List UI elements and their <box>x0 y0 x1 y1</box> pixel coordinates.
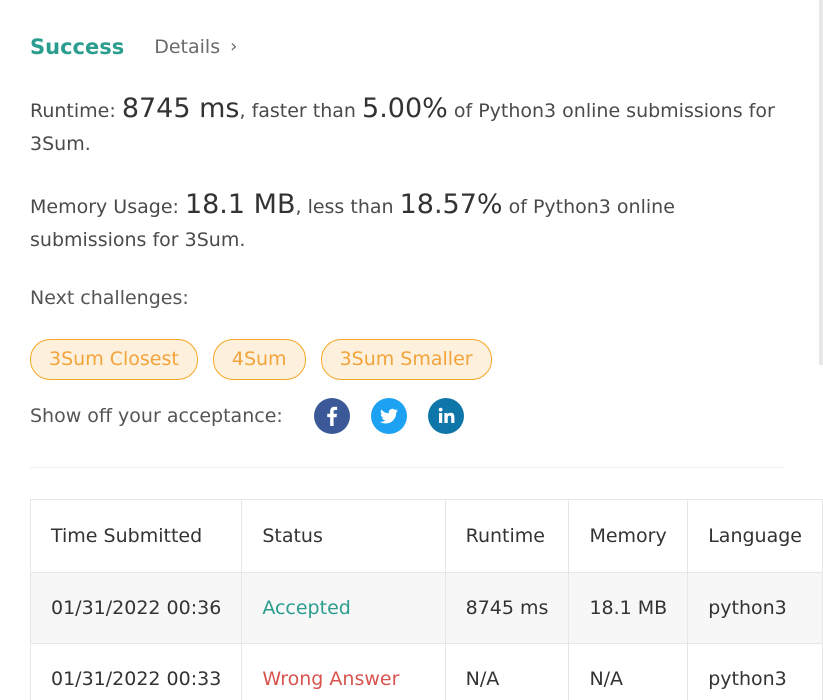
submission-result-page: Success Details › Runtime: 8745 ms, fast… <box>0 0 823 700</box>
details-link[interactable]: Details › <box>154 35 238 59</box>
challenge-chip-3sum-closest[interactable]: 3Sum Closest <box>30 339 198 380</box>
column-header-memory: Memory <box>568 499 689 573</box>
table-row: 01/31/2022 00:33 Wrong Answer N/A N/A py… <box>29 643 823 700</box>
memory-label: Memory Usage: <box>30 196 185 218</box>
cell-status-link[interactable]: Wrong Answer <box>241 643 446 700</box>
cell-status-link[interactable]: Accepted <box>241 572 446 644</box>
memory-percent: 18.57% <box>399 189 503 220</box>
cell-time: 01/31/2022 00:36 <box>29 572 243 644</box>
share-row: Show off your acceptance: <box>30 398 485 434</box>
challenge-chip-4sum[interactable]: 4Sum <box>212 339 306 380</box>
runtime-stat: Runtime: 8745 ms, faster than 5.00% of P… <box>30 92 790 161</box>
chevron-right-icon: › <box>230 35 238 57</box>
challenge-chip-3sum-smaller[interactable]: 3Sum Smaller <box>320 339 492 380</box>
runtime-mid: , faster than <box>239 100 363 122</box>
column-header-language: Language <box>687 499 823 573</box>
runtime-percent: 5.00% <box>362 93 448 124</box>
memory-mid: , less than <box>295 196 400 218</box>
memory-value: 18.1 MB <box>184 189 296 220</box>
table-row: 01/31/2022 00:36 Accepted 8745 ms 18.1 M… <box>29 572 823 644</box>
next-challenges-list: 3Sum Closest 4Sum 3Sum Smaller <box>30 339 507 380</box>
column-header-runtime: Runtime <box>444 499 570 573</box>
scrollbar[interactable] <box>819 0 823 365</box>
status-title: Success <box>30 35 125 59</box>
details-label: Details <box>154 36 221 58</box>
column-header-status: Status <box>241 499 446 573</box>
cell-time: 01/31/2022 00:33 <box>29 643 243 700</box>
linkedin-icon[interactable] <box>428 398 464 434</box>
cell-language: python3 <box>687 643 823 700</box>
section-divider <box>30 467 783 468</box>
cell-runtime: N/A <box>444 643 570 700</box>
submissions-table: Time Submitted Status Runtime Memory Lan… <box>29 499 823 700</box>
share-label: Show off your acceptance: <box>30 405 283 427</box>
column-header-time: Time Submitted <box>29 499 243 573</box>
cell-memory: 18.1 MB <box>568 572 689 644</box>
cell-runtime: 8745 ms <box>444 572 570 644</box>
result-header: Success Details › <box>30 32 237 62</box>
table-header-row: Time Submitted Status Runtime Memory Lan… <box>29 499 823 573</box>
next-challenges-label: Next challenges: <box>30 287 189 309</box>
cell-language: python3 <box>687 572 823 644</box>
twitter-icon[interactable] <box>371 398 407 434</box>
runtime-label: Runtime: <box>30 100 122 122</box>
runtime-value: 8745 ms <box>121 93 240 124</box>
facebook-icon[interactable] <box>314 398 350 434</box>
cell-memory: N/A <box>568 643 689 700</box>
memory-stat: Memory Usage: 18.1 MB, less than 18.57% … <box>30 188 790 257</box>
